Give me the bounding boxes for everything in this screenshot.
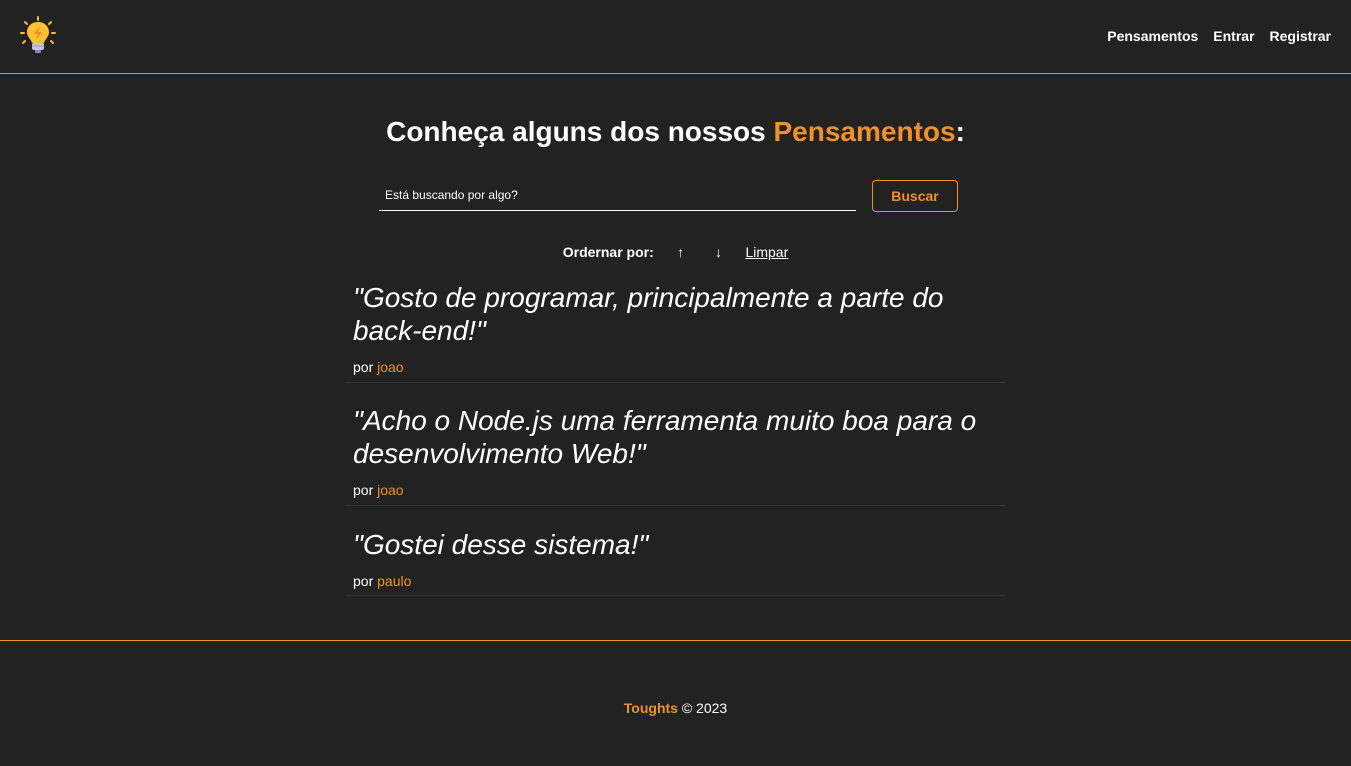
clear-order-link[interactable]: Limpar (745, 244, 788, 260)
author-prefix: por (353, 573, 374, 589)
footer-brand: Toughts (623, 700, 678, 716)
nav-link-registrar[interactable]: Registrar (1270, 28, 1331, 44)
page-title: Conheça alguns dos nossos Pensamentos: (345, 116, 1006, 148)
thought-card: "Gostei desse sistema!" por paulo (345, 528, 1006, 596)
thought-author: por joao (345, 359, 1006, 375)
thought-card: "Acho o Node.js uma ferramenta muito boa… (345, 404, 1006, 506)
thought-card: "Gosto de programar, principalmente a pa… (345, 281, 1006, 383)
author-name: joao (377, 359, 404, 375)
page-title-accent: Pensamentos (773, 116, 956, 147)
thought-text: "Gostei desse sistema!" (353, 529, 649, 560)
footer-copyright: © 2023 (681, 700, 728, 716)
nav-link-entrar[interactable]: Entrar (1213, 28, 1254, 44)
order-bar: Ordernar por: ↑ ↓ Limpar (345, 244, 1006, 260)
page-title-suffix: : (955, 116, 965, 147)
page-title-prefix: Conheça alguns dos nossos (386, 116, 774, 147)
search-input[interactable] (379, 180, 856, 211)
author-name: joao (377, 482, 404, 498)
navbar: Pensamentos Entrar Registrar (0, 0, 1351, 74)
lightbulb-icon[interactable] (19, 16, 57, 54)
search-form: Buscar (379, 180, 959, 212)
author-prefix: por (353, 482, 374, 498)
thought-text: "Gosto de programar, principalmente a pa… (353, 282, 944, 346)
order-descending-icon[interactable]: ↓ (704, 244, 734, 260)
thought-text: "Acho o Node.js uma ferramenta muito boa… (353, 405, 977, 469)
order-ascending-icon[interactable]: ↑ (666, 244, 696, 260)
search-button[interactable]: Buscar (872, 180, 958, 212)
nav-links: Pensamentos Entrar Registrar (1107, 28, 1331, 44)
footer-text: Toughts © 2023 (0, 700, 1351, 716)
nav-link-pensamentos[interactable]: Pensamentos (1107, 28, 1198, 44)
thought-author: por paulo (345, 573, 1006, 589)
footer: Toughts © 2023 (0, 640, 1351, 766)
author-name: paulo (377, 573, 412, 589)
order-label: Ordernar por: (562, 244, 654, 260)
thought-author: por joao (345, 482, 1006, 498)
author-prefix: por (353, 359, 374, 375)
